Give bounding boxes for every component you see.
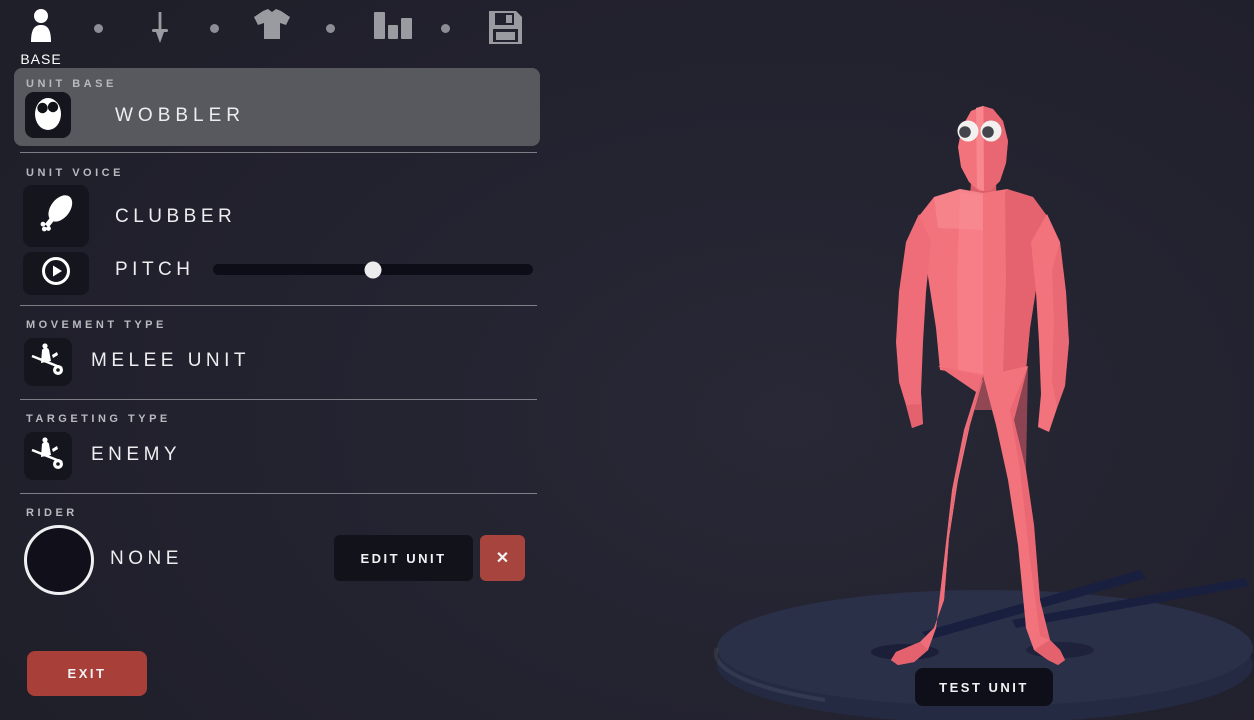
rider-slot[interactable] (24, 525, 94, 595)
section-divider (20, 305, 537, 306)
unit-voice-tile[interactable] (23, 185, 89, 247)
movement-type-value: MELEE UNIT (91, 350, 251, 371)
unit-voice-value: CLUBBER (115, 206, 237, 227)
section-divider (20, 493, 537, 494)
movement-type-tile[interactable] (24, 338, 72, 386)
unit-base-value: WOBBLER (115, 105, 246, 126)
person-icon (26, 8, 56, 49)
tab-clothing[interactable] (246, 8, 298, 66)
movement-type-label: MOVEMENT TYPE (26, 319, 167, 331)
section-divider (20, 399, 537, 400)
rider-value: NONE (110, 548, 183, 569)
toolbar-separator-dot (326, 24, 335, 33)
voice-play-button[interactable] (23, 252, 89, 295)
unit-voice-label: UNIT VOICE (26, 167, 124, 179)
target-unit-icon (29, 435, 67, 478)
save-icon (485, 8, 525, 51)
toolbar-separator-dot (94, 24, 103, 33)
pitch-label: PITCH (115, 259, 195, 280)
unit-preview-viewport[interactable] (560, 0, 1254, 720)
targeting-type-label: TARGETING TYPE (26, 413, 171, 425)
targeting-type-tile[interactable] (24, 432, 72, 480)
tab-weapon[interactable] (134, 8, 186, 66)
tab-stats[interactable] (364, 8, 416, 66)
rider-label: RIDER (26, 507, 78, 519)
tab-save[interactable] (479, 8, 531, 66)
bar-chart-icon (366, 8, 414, 49)
remove-rider-button[interactable]: ✕ (480, 535, 525, 581)
toolbar-separator-dot (441, 24, 450, 33)
edit-unit-button[interactable]: EDIT UNIT (334, 535, 473, 581)
exit-button[interactable]: EXIT (27, 651, 147, 696)
targeting-type-value: ENEMY (91, 444, 182, 465)
tab-base[interactable]: BASE (15, 8, 67, 67)
test-unit-button[interactable]: TEST UNIT (915, 668, 1053, 706)
unit-base-tile[interactable] (25, 92, 71, 138)
tab-base-label: BASE (20, 51, 62, 67)
melee-unit-icon (29, 341, 67, 384)
wobbler-character-scene (713, 106, 1253, 720)
wobbler-character (891, 106, 1069, 665)
club-icon (32, 190, 80, 243)
sword-icon (142, 8, 178, 51)
shirt-icon (250, 8, 294, 49)
pitch-slider[interactable] (213, 261, 533, 278)
unit-base-row[interactable]: UNIT BASE WOBBLER (14, 68, 540, 146)
play-icon (41, 256, 71, 291)
toolbar-separator-dot (210, 24, 219, 33)
wobbler-face-icon (31, 94, 65, 137)
unit-base-label: UNIT BASE (26, 78, 117, 90)
pitch-slider-knob[interactable] (364, 261, 382, 278)
section-divider (20, 152, 537, 153)
